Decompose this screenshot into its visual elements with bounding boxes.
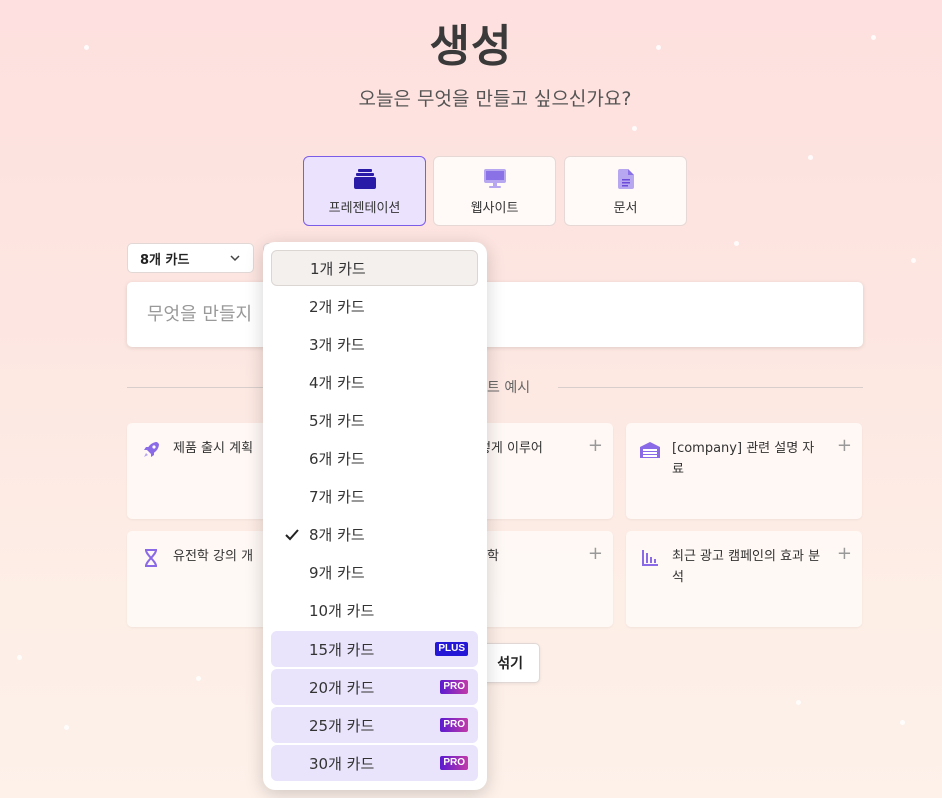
option-label: 2개 카드 [309, 297, 365, 316]
option-label: 20개 카드 [309, 678, 375, 697]
pro-badge: PRO [440, 680, 468, 694]
plus-icon[interactable]: + [837, 543, 852, 564]
option-label: 9개 카드 [309, 563, 365, 582]
dna-icon [142, 549, 160, 567]
sparkle [734, 241, 739, 246]
monitor-icon [483, 167, 507, 191]
prompt-placeholder: 무엇을 만들지 [147, 304, 253, 325]
sparkle [796, 700, 801, 705]
shuffle-label: 섞기 [497, 656, 523, 672]
page-title: 생성 [429, 21, 513, 72]
page-subtitle: 오늘은 무엇을 만들고 싶으신가요? [358, 88, 632, 110]
example-card[interactable]: [company] 관련 설명 자료 + [626, 423, 862, 519]
rocket-icon [142, 441, 160, 459]
divider-left [127, 387, 277, 388]
document-icon [614, 167, 638, 191]
type-label: 웹사이트 [470, 200, 519, 216]
dropdown-option[interactable]: 10개 카드 [271, 592, 478, 628]
card-count-value: 8개 카드 [140, 252, 190, 268]
sparkle [632, 126, 637, 131]
card-count-select[interactable]: 8개 카드 [127, 243, 254, 273]
option-label: 8개 카드 [309, 525, 365, 544]
option-label: 7개 카드 [309, 487, 365, 506]
option-label: 15개 카드 [309, 640, 375, 659]
type-website-button[interactable]: 웹사이트 [433, 156, 556, 226]
building-icon [639, 441, 661, 459]
chevron-down-icon [229, 252, 241, 268]
dropdown-option[interactable]: 1개 카드 [271, 250, 478, 286]
card-count-dropdown: 1개 카드 2개 카드 3개 카드 4개 카드 5개 카드 6개 카드 7개 카… [263, 242, 487, 790]
example-text: 학 [487, 549, 499, 564]
option-label: 1개 카드 [310, 259, 366, 278]
pro-badge: PRO [440, 718, 468, 732]
dropdown-option[interactable]: 4개 카드 [271, 364, 478, 400]
sparkle [911, 258, 916, 263]
dropdown-option[interactable]: 30개 카드 PRO [271, 745, 478, 781]
example-text: [company] 관련 설명 자료 [672, 441, 815, 477]
sparkle [808, 155, 813, 160]
type-presentation-button[interactable]: 프레젠테이션 [303, 156, 426, 226]
plus-icon[interactable]: + [837, 435, 852, 456]
example-card[interactable]: 최근 광고 캠페인의 효과 분석 + [626, 531, 862, 627]
sparkle [900, 720, 905, 725]
sparkle [64, 725, 69, 730]
option-label: 25개 카드 [309, 716, 375, 735]
plus-badge: PLUS [435, 642, 468, 656]
dropdown-option[interactable]: 25개 카드 PRO [271, 707, 478, 743]
type-label: 프레젠테이션 [328, 200, 401, 216]
pro-badge: PRO [440, 756, 468, 770]
dropdown-option[interactable]: 2개 카드 [271, 288, 478, 324]
dropdown-option[interactable]: 7개 카드 [271, 478, 478, 514]
option-label: 6개 카드 [309, 449, 365, 468]
check-icon [285, 527, 299, 545]
option-label: 5개 카드 [309, 411, 365, 430]
dropdown-option[interactable]: 3개 카드 [271, 326, 478, 362]
prompt-input[interactable]: 무엇을 만들지 [127, 282, 863, 347]
plus-icon[interactable]: + [588, 435, 603, 456]
stack-icon [353, 167, 377, 191]
dropdown-option[interactable]: 6개 카드 [271, 440, 478, 476]
dropdown-option[interactable]: 5개 카드 [271, 402, 478, 438]
sparkle [196, 676, 201, 681]
dropdown-option[interactable]: 9개 카드 [271, 554, 478, 590]
bar-chart-icon [641, 549, 659, 567]
examples-heading: 트 예시 [487, 380, 531, 396]
dropdown-option-selected[interactable]: 8개 카드 [271, 516, 478, 552]
option-label: 4개 카드 [309, 373, 365, 392]
option-label: 10개 카드 [309, 601, 375, 620]
sparkle [17, 655, 22, 660]
divider-right [558, 387, 863, 388]
dropdown-option[interactable]: 15개 카드 PLUS [271, 631, 478, 667]
plus-icon[interactable]: + [588, 543, 603, 564]
dropdown-option[interactable]: 20개 카드 PRO [271, 669, 478, 705]
option-label: 3개 카드 [309, 335, 365, 354]
type-document-button[interactable]: 문서 [564, 156, 687, 226]
option-label: 30개 카드 [309, 754, 375, 773]
example-text: 최근 광고 캠페인의 효과 분석 [672, 549, 821, 585]
type-label: 문서 [613, 200, 638, 216]
